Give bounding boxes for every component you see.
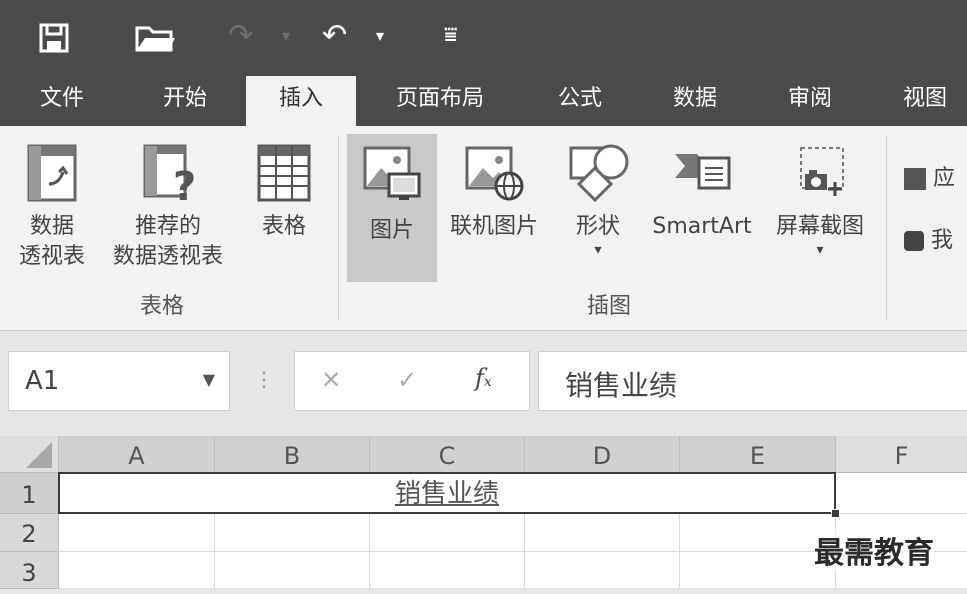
row-header-3[interactable]: 3	[0, 552, 59, 589]
formula-input-value: 销售业绩	[565, 369, 678, 402]
group-label-illustrations: 插图	[587, 294, 632, 319]
select-all-icon	[26, 442, 52, 468]
screenshot-label: 屏幕截图	[775, 214, 864, 239]
store-icon	[904, 168, 926, 190]
formula-buttons: ✕ ✓ fx	[294, 351, 530, 411]
tab-home[interactable]: 开始	[145, 72, 225, 126]
shapes-dropdown-icon[interactable]: ▾	[560, 242, 636, 258]
shapes-icon	[569, 144, 629, 203]
group-separator	[886, 136, 887, 320]
smartart-icon	[675, 154, 731, 190]
formula-bar-area: A1 ▼ ⋮ ✕ ✓ fx 销售业绩	[0, 331, 967, 436]
store-button[interactable]: 应	[904, 164, 967, 194]
column-header-b[interactable]: B	[215, 436, 370, 473]
online-pictures-label: 联机图片	[449, 214, 538, 239]
worksheet-grid: A B C D E F 1 2 3 销售业绩 最需教育	[0, 436, 967, 589]
tab-formulas[interactable]: 公式	[540, 72, 620, 126]
online-picture-icon	[465, 146, 524, 201]
enter-icon[interactable]: ✓	[397, 366, 417, 394]
column-header-e[interactable]: E	[680, 436, 836, 473]
column-header-c[interactable]: C	[370, 436, 525, 473]
pictures-button[interactable]: 图片	[347, 134, 437, 282]
tab-page-layout[interactable]: 页面布局	[380, 72, 500, 126]
table-label: 表格	[261, 214, 306, 239]
pictures-label: 图片	[369, 218, 414, 243]
tab-file[interactable]: 文件	[22, 72, 102, 126]
recommended-pivot-tables-button[interactable]: ? 推荐的 数据透视表	[100, 142, 236, 272]
formula-input[interactable]: 销售业绩	[538, 351, 967, 411]
redo-dropdown-icon[interactable]: ▾	[282, 18, 290, 54]
my-addins-label: 我	[931, 228, 954, 253]
row-header-1[interactable]: 1	[0, 473, 59, 514]
watermark: 最需教育	[814, 528, 934, 572]
recommended-pivot-label-2: 数据透视表	[112, 244, 223, 269]
quick-access-toolbar: ↷ ▾ ↶ ▾ ⩸	[0, 0, 967, 72]
column-header-d[interactable]: D	[525, 436, 680, 473]
name-box[interactable]: A1 ▼	[8, 351, 230, 411]
table-button[interactable]: 表格	[244, 142, 324, 242]
shapes-button[interactable]: 形状 ▾	[560, 142, 636, 258]
shapes-label: 形状	[575, 214, 620, 239]
column-header-f[interactable]: F	[836, 436, 967, 473]
online-pictures-button[interactable]: 联机图片	[440, 142, 548, 242]
tab-insert[interactable]: 插入	[246, 76, 356, 126]
group-separator	[338, 136, 339, 320]
row-header-2[interactable]: 2	[0, 514, 59, 552]
save-icon[interactable]	[38, 22, 70, 54]
merged-cell-text: 销售业绩	[394, 479, 499, 509]
undo-icon[interactable]: ↶	[322, 18, 347, 54]
ribbon-tabs: 文件 开始 插入 页面布局 公式 数据 审阅 视图	[0, 72, 967, 126]
recommended-pivot-label-1: 推荐的	[134, 214, 201, 239]
cancel-icon[interactable]: ✕	[321, 366, 341, 394]
smartart-button[interactable]: SmartArt	[644, 142, 760, 242]
tab-data[interactable]: 数据	[655, 72, 735, 126]
ribbon-insert-panel: 数据 透视表 ? 推荐的 数据透视表 表格 表格 图片 联机图片 形状 ▾ Sm…	[0, 126, 967, 331]
formula-bar-grip-icon[interactable]: ⋮	[254, 367, 274, 391]
select-all-corner[interactable]	[0, 436, 59, 473]
pivot-table-label-1: 数据	[29, 214, 74, 239]
picture-icon	[363, 146, 421, 200]
smartart-label: SmartArt	[652, 214, 752, 239]
name-box-value: A1	[25, 366, 60, 396]
group-label-tables: 表格	[140, 294, 185, 319]
screenshot-dropdown-icon[interactable]: ▾	[766, 242, 874, 258]
pivot-table-label-2: 透视表	[18, 244, 85, 269]
table-icon	[257, 144, 311, 202]
pivot-table-button[interactable]: 数据 透视表	[6, 142, 98, 272]
name-box-dropdown-icon[interactable]: ▼	[203, 370, 215, 389]
tab-review[interactable]: 审阅	[770, 72, 850, 126]
tab-view[interactable]: 视图	[885, 72, 965, 126]
screenshot-button[interactable]: 屏幕截图 ▾	[766, 142, 874, 258]
insert-function-icon[interactable]: fx	[475, 364, 492, 392]
recommended-pivot-icon: ?	[143, 144, 196, 204]
column-header-a[interactable]: A	[59, 436, 215, 473]
addins-icon	[904, 231, 924, 251]
store-label: 应	[933, 166, 956, 191]
screenshot-icon	[800, 147, 844, 196]
customize-qat-icon[interactable]: ⩸	[444, 18, 457, 54]
merged-cell-a1[interactable]: 销售业绩	[58, 472, 836, 514]
open-folder-icon[interactable]	[135, 24, 175, 52]
fill-handle[interactable]	[831, 509, 840, 518]
svg-text:?: ?	[173, 164, 196, 204]
my-addins-button[interactable]: 我	[904, 226, 967, 256]
undo-dropdown-icon[interactable]: ▾	[376, 18, 384, 54]
redo-icon[interactable]: ↷	[228, 18, 253, 54]
pivot-table-icon	[27, 144, 77, 202]
